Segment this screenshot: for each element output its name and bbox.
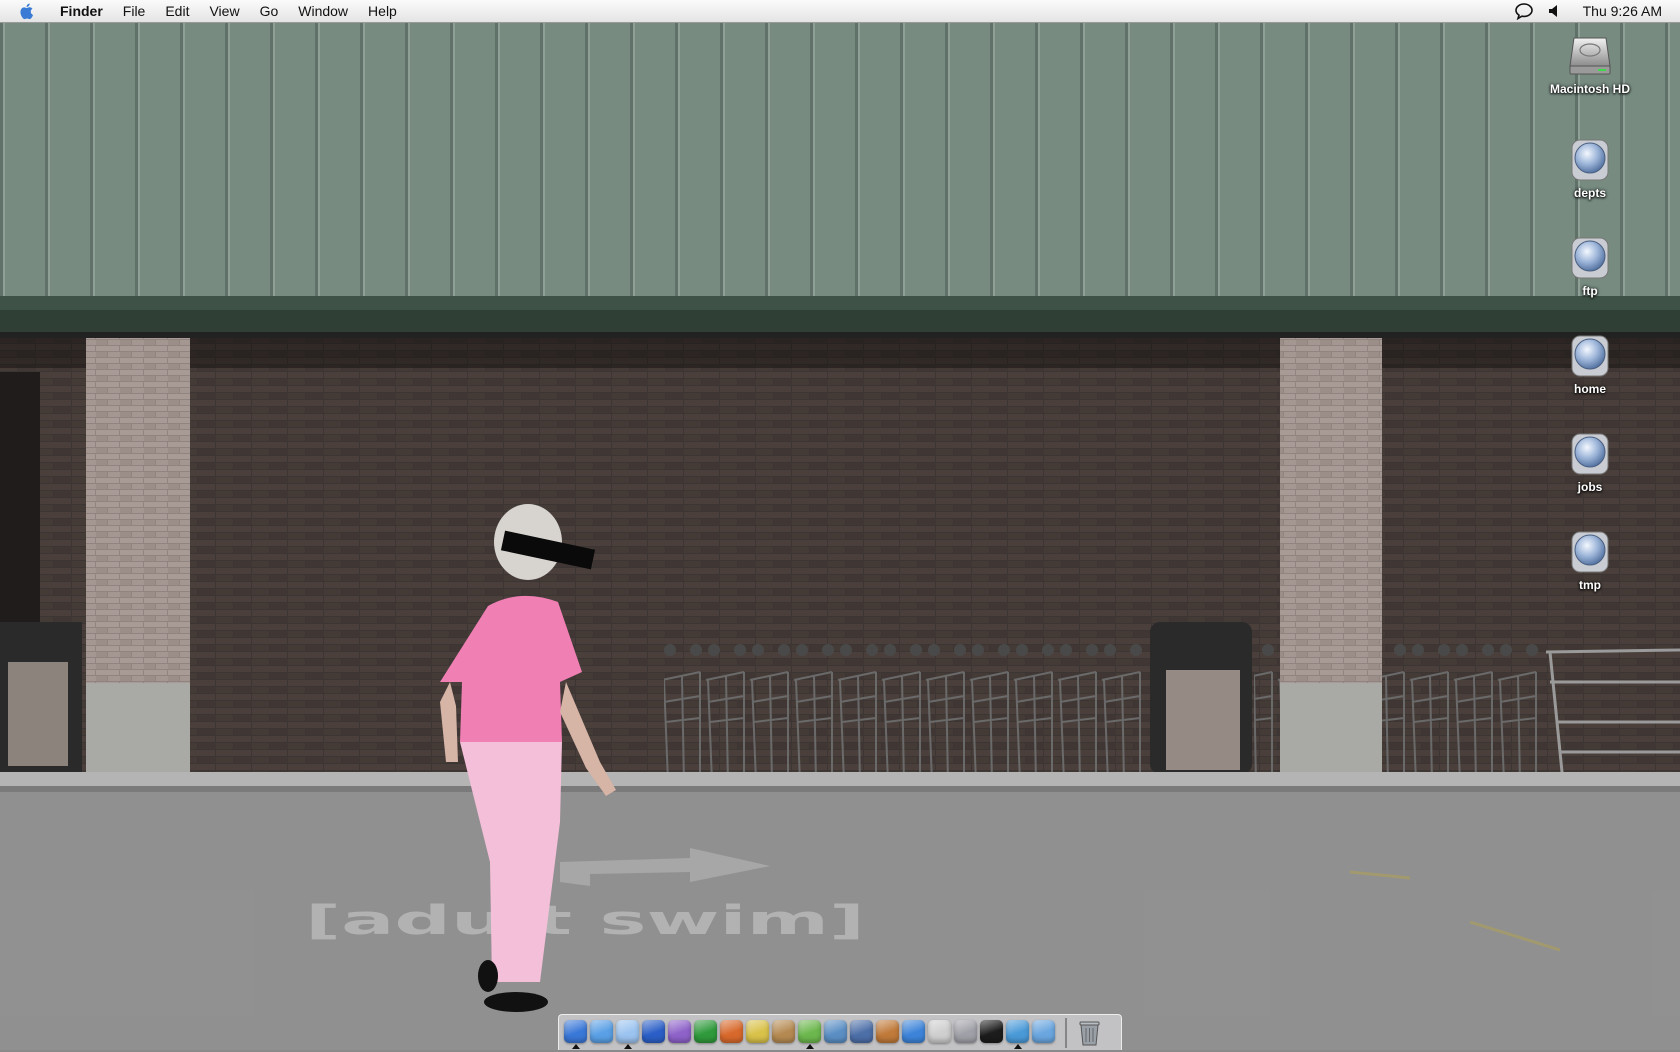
dock-item-garageband[interactable]	[875, 1017, 900, 1049]
desktop-icon-label: home	[1573, 382, 1606, 396]
imovie-icon	[850, 1019, 873, 1043]
menu-bar: Finder File Edit View Go Window Help Thu…	[0, 0, 1680, 23]
pavement-text: [adult swim]	[305, 898, 865, 944]
desktop-icon-depts[interactable]: depts	[1535, 136, 1645, 201]
word-icon	[642, 1019, 665, 1043]
dock-item-quicktime[interactable]	[901, 1017, 926, 1049]
running-indicator	[624, 1043, 632, 1049]
dock-item-mail[interactable]	[1031, 1017, 1056, 1049]
powerpoint-icon	[720, 1019, 743, 1043]
dock-item-imovie[interactable]	[849, 1017, 874, 1049]
desktop-icon-macintosh-hd[interactable]: Macintosh HD	[1535, 32, 1645, 97]
network-utility-icon	[1006, 1019, 1029, 1043]
desktop-icon-jobs[interactable]: jobs	[1535, 430, 1645, 495]
dock-item-safari[interactable]	[589, 1017, 614, 1049]
desktop-icon-label: ftp	[1582, 284, 1598, 298]
menu-window[interactable]: Window	[288, 0, 358, 22]
dock-item-excel[interactable]	[693, 1017, 718, 1049]
safari-icon	[590, 1019, 613, 1043]
dock-item-terminal[interactable]	[979, 1017, 1004, 1049]
dock-item-ichat[interactable]	[615, 1017, 640, 1049]
dock-item-printer[interactable]	[927, 1017, 952, 1049]
network-volume-icon	[1571, 531, 1609, 573]
entourage-icon	[668, 1019, 691, 1043]
menu-help[interactable]: Help	[358, 0, 407, 22]
printer-icon	[928, 1019, 951, 1043]
mail-icon	[1032, 1019, 1055, 1043]
menu-go[interactable]: Go	[250, 0, 289, 22]
quicktime-icon	[902, 1019, 925, 1043]
dock-item-trash[interactable]	[1077, 1017, 1102, 1049]
dock-item-powerpoint[interactable]	[719, 1017, 744, 1049]
running-indicator	[1014, 1043, 1022, 1049]
terminal-icon	[980, 1019, 1003, 1043]
preview-icon	[746, 1019, 769, 1043]
desktop-icon-label: Macintosh HD	[1549, 82, 1630, 96]
desktop-icon-label: tmp	[1579, 578, 1601, 592]
dock-item-system-prefs[interactable]	[953, 1017, 978, 1049]
dock-item-iphoto[interactable]	[823, 1017, 848, 1049]
garageband-icon	[876, 1019, 899, 1043]
itunes-icon	[798, 1019, 821, 1043]
menu-clock[interactable]: Thu 9:26 AM	[1569, 0, 1680, 22]
finder-icon	[564, 1019, 587, 1043]
ichat-icon	[616, 1019, 639, 1043]
excel-icon	[694, 1019, 717, 1043]
desktop-icon-label: depts	[1573, 186, 1606, 200]
network-volume-icon	[1571, 433, 1609, 475]
network-volume-icon	[1571, 139, 1609, 181]
menu-app-name[interactable]: Finder	[50, 0, 113, 22]
dock-item-word[interactable]	[641, 1017, 666, 1049]
running-indicator	[806, 1043, 814, 1049]
menu-extras: Thu 9:26 AM	[1509, 0, 1680, 22]
address-book-icon	[772, 1019, 795, 1043]
ichat-status-icon[interactable]	[1513, 0, 1535, 22]
dock-item-finder[interactable]	[563, 1017, 588, 1049]
desktop-icon-tmp[interactable]: tmp	[1535, 528, 1645, 593]
volume-icon[interactable]	[1543, 0, 1565, 22]
dock-item-entourage[interactable]	[667, 1017, 692, 1049]
dock-item-address-book[interactable]	[771, 1017, 796, 1049]
network-volume-icon	[1571, 237, 1609, 279]
dock-separator	[1065, 1017, 1067, 1048]
menu-edit[interactable]: Edit	[155, 0, 199, 22]
dock	[558, 1014, 1122, 1050]
desktop-icon-ftp[interactable]: ftp	[1535, 234, 1645, 299]
dock-item-preview[interactable]	[745, 1017, 770, 1049]
desktop-icon-home[interactable]: home	[1535, 332, 1645, 397]
desktop-wallpaper: [adult swim]	[0, 22, 1680, 1050]
desktop-icon-label: jobs	[1577, 480, 1603, 494]
trash-icon	[1079, 1021, 1100, 1045]
network-volume-icon	[1571, 335, 1609, 377]
apple-menu-icon[interactable]	[18, 2, 36, 20]
menu-view[interactable]: View	[199, 0, 249, 22]
menu-file[interactable]: File	[113, 0, 156, 22]
hard-drive-icon	[1569, 37, 1611, 75]
iphoto-icon	[824, 1019, 847, 1043]
system-prefs-icon	[954, 1019, 977, 1043]
running-indicator	[572, 1043, 580, 1049]
dock-item-itunes[interactable]	[797, 1017, 822, 1049]
dock-item-network-utility[interactable]	[1005, 1017, 1030, 1049]
